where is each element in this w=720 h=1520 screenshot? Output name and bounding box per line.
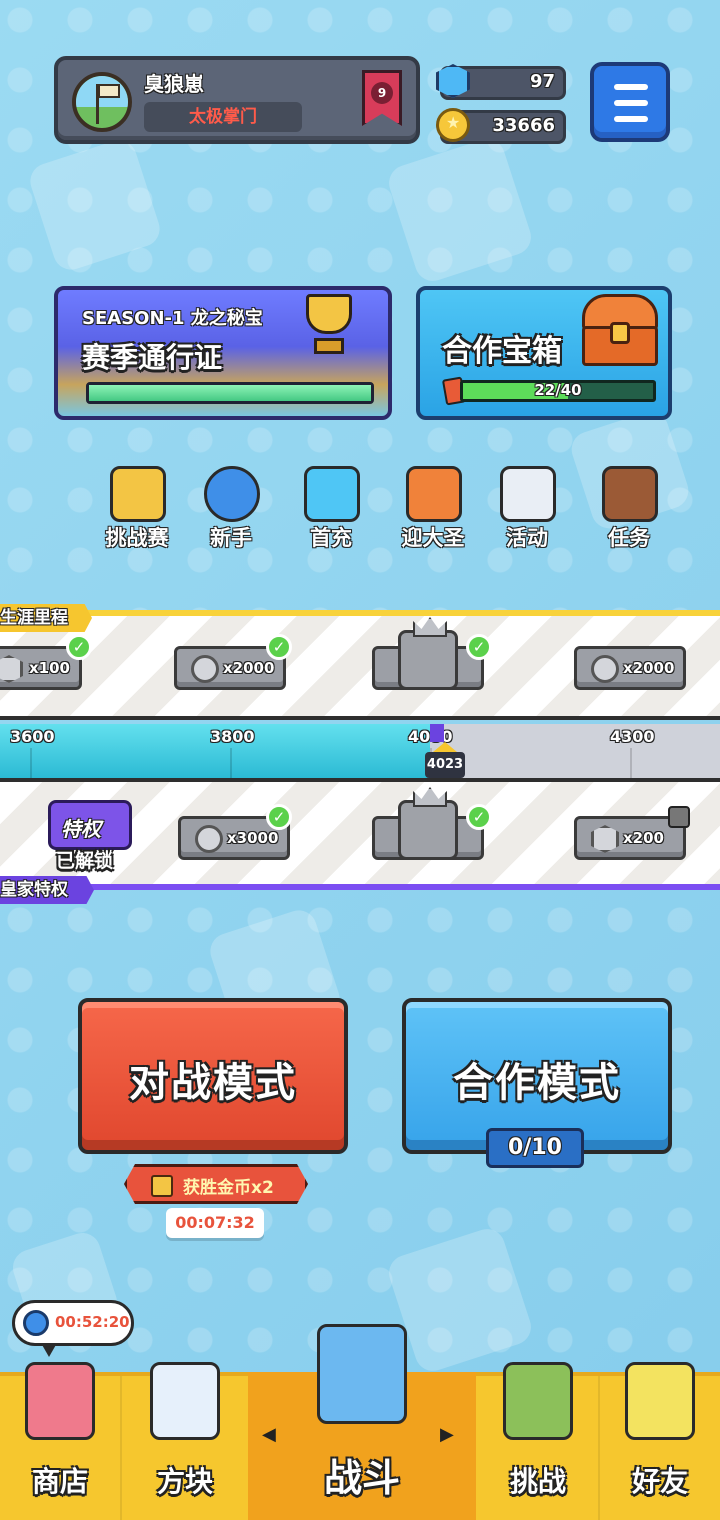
reward-amount: x2000 xyxy=(223,659,275,677)
background-dice-decoration xyxy=(384,134,536,286)
gift-icon xyxy=(304,466,360,522)
player-name: 臭狼崽 xyxy=(144,72,204,96)
nav-shop[interactable]: 商店 xyxy=(0,1362,120,1520)
feature-label: 新手 xyxy=(210,526,252,550)
nav-friends[interactable]: 好友 xyxy=(600,1362,720,1520)
nav-friends-label: 好友 xyxy=(631,1465,688,1498)
nav-shop-label: 商店 xyxy=(31,1465,88,1498)
nav-battle-label: 战斗 xyxy=(323,1456,400,1500)
reward-amount: x200 xyxy=(623,829,664,847)
feature-label: 首充 xyxy=(310,526,352,550)
coin-icon xyxy=(436,108,470,142)
nav-blocks[interactable]: 方块 xyxy=(122,1362,248,1520)
coin-reward-icon xyxy=(195,825,223,853)
claimed-check-icon: ✓ xyxy=(466,804,492,830)
feature-newbie[interactable]: 新手 xyxy=(186,466,276,556)
feature-label: 迎大圣 xyxy=(401,526,465,550)
season-progress-bar xyxy=(86,382,374,404)
coop-chest-title: 合作宝箱 xyxy=(442,334,562,369)
reward-amount: x100 xyxy=(29,659,70,677)
claimed-check-icon: ✓ xyxy=(266,634,292,660)
battle-mode-button[interactable]: 对战模式 xyxy=(78,998,348,1154)
feature-label: 挑战赛 xyxy=(105,526,169,550)
cube-currency-icon xyxy=(0,655,23,683)
claimed-check-icon: ✓ xyxy=(66,634,92,660)
background-dice-decoration xyxy=(25,135,165,275)
win-bonus-banner: 获胜金币x2 xyxy=(124,1164,308,1204)
stopwatch-icon xyxy=(23,1310,49,1336)
friend-character-icon xyxy=(625,1362,695,1440)
nav-challenge-label: 挑战 xyxy=(509,1465,566,1498)
lock-icon xyxy=(668,806,690,828)
current-position-indicator xyxy=(430,724,444,742)
battle-mode-label: 对战模式 xyxy=(129,1060,297,1106)
coin-amount: 33666 xyxy=(492,115,555,136)
coop-chest-progress-bar: 22/40 xyxy=(460,380,656,402)
rank-number: 9 xyxy=(371,82,393,104)
nav-battle[interactable]: 战斗 xyxy=(248,1324,476,1520)
book-icon xyxy=(602,466,658,522)
signboard-icon xyxy=(503,1362,573,1440)
background-dice-decoration xyxy=(384,1224,536,1376)
reward-amount: x2000 xyxy=(623,659,675,677)
career-reward-4[interactable]: x2000 xyxy=(574,646,686,690)
shop-refresh-timer-bubble: 00:52:20 xyxy=(12,1300,134,1357)
avatar[interactable] xyxy=(72,72,132,132)
crown-chest-icon xyxy=(398,800,458,860)
coop-mode-count: 0/10 xyxy=(486,1128,584,1168)
shop-refresh-timer: 00:52:20 xyxy=(55,1313,130,1331)
coin-reward-icon xyxy=(191,655,219,683)
milestone-tick: 3600 xyxy=(10,727,55,746)
coop-mode-label: 合作模式 xyxy=(453,1060,621,1106)
cube-currency-icon xyxy=(591,825,619,853)
feature-label: 任务 xyxy=(608,526,650,550)
crown-chest-icon xyxy=(398,630,458,690)
mystery-cube-icon xyxy=(150,1362,220,1440)
season-pass-card[interactable]: SEASON-1 龙之秘宝 赛季通行证 xyxy=(54,286,392,420)
hamburger-icon xyxy=(614,84,648,90)
win-bonus-timer: 00:07:32 xyxy=(166,1208,264,1238)
season-title: SEASON-1 龙之秘宝 xyxy=(82,308,263,329)
player-profile-panel[interactable]: 臭狼崽 太极掌门 9 xyxy=(54,56,420,144)
royal-label: 皇家特权 xyxy=(0,876,94,904)
feature-welcome-sage[interactable]: 迎大圣 xyxy=(388,466,478,556)
current-trophy-marker: 4023 xyxy=(425,742,465,778)
feature-label: 活动 xyxy=(506,526,548,550)
win-bonus-label: 获胜金币x2 xyxy=(183,1178,274,1198)
menu-button[interactable] xyxy=(590,62,670,142)
coin-reward-icon xyxy=(591,655,619,683)
reward-amount: x3000 xyxy=(227,829,279,847)
challenge-icon xyxy=(110,466,166,522)
season-pass-label: 赛季通行证 xyxy=(82,341,223,374)
feature-tasks[interactable]: 任务 xyxy=(584,466,674,556)
coop-chest-progress-text: 22/40 xyxy=(534,381,582,399)
gem-amount: 97 xyxy=(529,71,555,92)
milestone-tick: 3800 xyxy=(210,727,255,746)
feature-first-recharge[interactable]: 首充 xyxy=(286,466,376,556)
nav-blocks-label: 方块 xyxy=(156,1465,213,1498)
shop-icon xyxy=(25,1362,95,1440)
stopwatch-icon xyxy=(204,466,260,522)
treasure-chest-icon xyxy=(578,294,662,368)
arrow-right-icon[interactable]: ▶ xyxy=(440,1424,454,1445)
sword-shield-icon xyxy=(317,1324,407,1424)
shrine-icon xyxy=(406,466,462,522)
coop-chest-card[interactable]: 合作宝箱 22/40 xyxy=(416,286,672,420)
newspaper-icon xyxy=(500,466,556,522)
trophy-icon xyxy=(296,294,362,364)
claimed-check-icon: ✓ xyxy=(466,634,492,660)
claimed-check-icon: ✓ xyxy=(266,804,292,830)
feature-events[interactable]: 活动 xyxy=(482,466,572,556)
flag-icon xyxy=(98,84,120,98)
feature-challenge[interactable]: 挑战赛 xyxy=(92,466,182,556)
royal-privilege-badge[interactable]: 特权 xyxy=(48,800,132,850)
privilege-label: 特权 xyxy=(61,817,101,841)
unlocked-label: 已解锁 xyxy=(56,850,114,872)
arrow-left-icon[interactable]: ◀ xyxy=(262,1424,276,1445)
milestone-tick: 4300 xyxy=(610,727,655,746)
clan-name: 太极掌门 xyxy=(144,102,302,132)
career-label: 生涯里程 xyxy=(0,604,92,632)
coin-crate-icon xyxy=(151,1175,173,1197)
nav-challenge[interactable]: 挑战 xyxy=(478,1362,598,1520)
